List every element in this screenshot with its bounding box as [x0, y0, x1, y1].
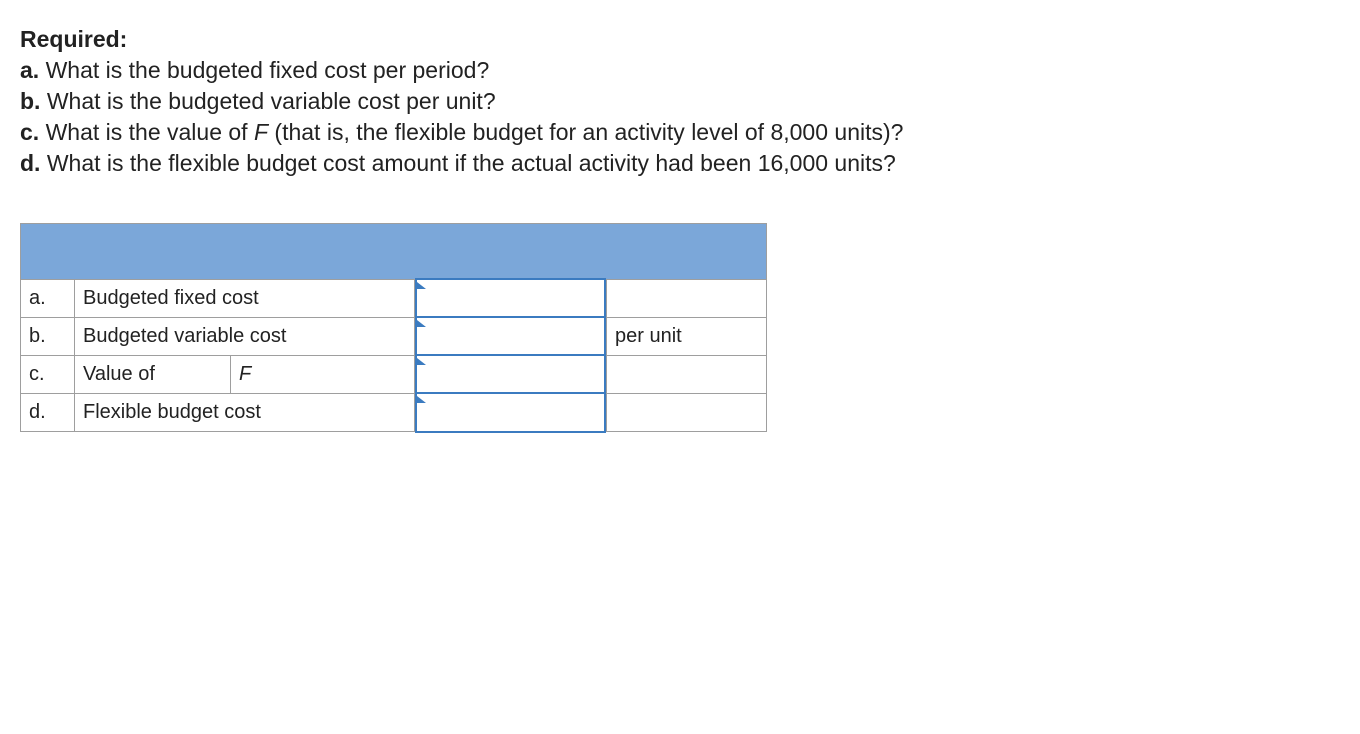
question-c-letter: c.: [20, 119, 39, 145]
row-d-input[interactable]: [415, 392, 606, 433]
answer-table: a. Budgeted fixed cost b. Budgeted varia…: [20, 223, 767, 432]
row-a-desc: Budgeted fixed cost: [75, 280, 415, 318]
row-d-desc: Flexible budget cost: [75, 394, 415, 432]
table-row-d: d. Flexible budget cost: [21, 394, 767, 432]
table-row-a: a. Budgeted fixed cost: [21, 280, 767, 318]
row-d-input-cell: [415, 394, 607, 432]
question-a: a. What is the budgeted fixed cost per p…: [20, 55, 1340, 86]
question-c-prefix: What is the value of: [46, 119, 254, 145]
page-root: Required: a. What is the budgeted fixed …: [0, 0, 1360, 456]
row-a-input[interactable]: [415, 278, 606, 319]
row-b-unit: per unit: [607, 318, 767, 356]
row-b-desc: Budgeted variable cost: [75, 318, 415, 356]
question-c-var: F: [254, 119, 268, 145]
question-d-text: What is the flexible budget cost amount …: [47, 150, 896, 176]
row-b-letter: b.: [21, 318, 75, 356]
table-header-cell: [21, 224, 767, 280]
question-b: b. What is the budgeted variable cost pe…: [20, 86, 1340, 117]
row-c-input[interactable]: [415, 354, 606, 395]
row-c-entry-wrap: [415, 356, 606, 393]
question-a-letter: a.: [20, 57, 39, 83]
table-row-c: c. Value of F: [21, 356, 767, 394]
required-label: Required:: [20, 26, 127, 52]
row-c-desc: Value of F: [75, 356, 415, 394]
row-c-unit: [607, 356, 767, 394]
question-a-text: What is the budgeted fixed cost per peri…: [46, 57, 490, 83]
row-c-desc-left: Value of: [75, 356, 231, 393]
row-d-unit: [607, 394, 767, 432]
row-b-input-cell: [415, 318, 607, 356]
table-row-b: b. Budgeted variable cost per unit: [21, 318, 767, 356]
question-d: d. What is the flexible budget cost amou…: [20, 148, 1340, 179]
row-b-entry-wrap: [415, 318, 606, 355]
row-a-entry-wrap: [415, 280, 606, 317]
row-c-letter: c.: [21, 356, 75, 394]
row-c-desc-right: F: [231, 356, 414, 393]
question-c: c. What is the value of F (that is, the …: [20, 117, 1340, 148]
row-c-input-cell: [415, 356, 607, 394]
question-d-letter: d.: [20, 150, 40, 176]
row-c-split: Value of F: [75, 356, 414, 393]
required-block: Required: a. What is the budgeted fixed …: [20, 24, 1340, 179]
row-d-entry-wrap: [415, 394, 606, 431]
question-b-letter: b.: [20, 88, 40, 114]
row-a-input-cell: [415, 280, 607, 318]
question-b-text: What is the budgeted variable cost per u…: [47, 88, 496, 114]
row-b-input[interactable]: [415, 316, 606, 357]
row-a-unit: [607, 280, 767, 318]
row-a-letter: a.: [21, 280, 75, 318]
row-d-letter: d.: [21, 394, 75, 432]
table-header-row: [21, 224, 767, 280]
question-c-suffix: (that is, the flexible budget for an act…: [268, 119, 903, 145]
